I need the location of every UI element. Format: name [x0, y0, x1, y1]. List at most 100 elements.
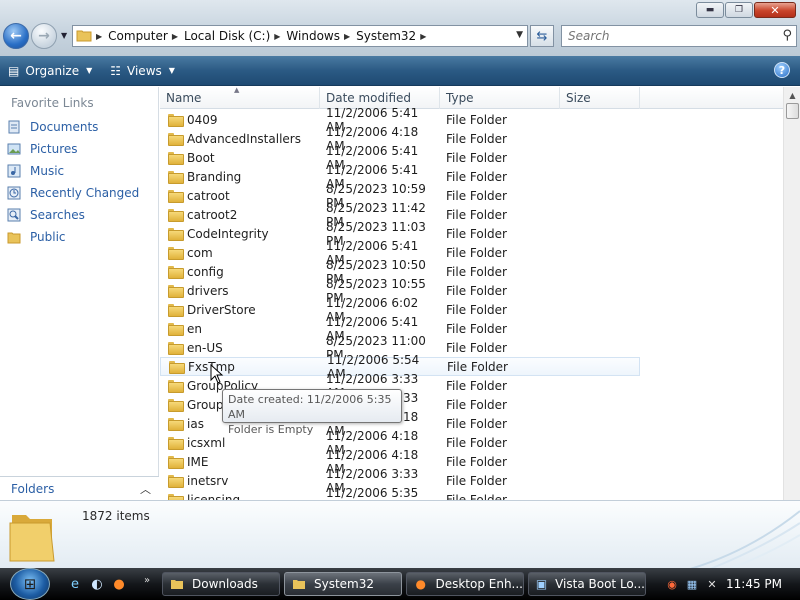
nav-item-documents[interactable]: Documents	[6, 120, 98, 134]
details-pane: 1872 items	[0, 500, 800, 568]
file-name: licensing	[187, 492, 241, 501]
folder-icon	[168, 418, 184, 431]
folder-icon	[76, 28, 92, 45]
start-button[interactable]: ⊞	[10, 568, 50, 600]
help-button[interactable]: ?	[774, 62, 790, 78]
folder-large-icon	[9, 515, 55, 562]
file-type: File Folder	[446, 473, 507, 488]
column-header-name[interactable]: Name ▲	[160, 87, 320, 109]
quicklaunch-more-icon[interactable]: »	[144, 575, 150, 586]
internet-explorer-icon[interactable]: e	[66, 575, 84, 593]
favorite-links-heading: Favorite Links	[11, 96, 94, 110]
file-name: catroot	[187, 188, 230, 203]
forward-button[interactable]: →	[31, 23, 57, 49]
nav-item-searches[interactable]: Searches	[6, 208, 85, 222]
file-name-cell: icsxml	[160, 436, 320, 450]
scroll-up-button[interactable]: ▲	[785, 88, 800, 102]
file-name: AdvancedInstallers	[187, 131, 301, 146]
clock[interactable]: 11:45 PM	[726, 577, 782, 591]
chevron-right-icon[interactable]: ▶	[420, 32, 426, 41]
taskbar-button-downloads[interactable]: Downloads	[162, 572, 280, 596]
column-headers: Name ▲ Date modified Type Size	[160, 87, 783, 109]
search-input[interactable]	[568, 29, 768, 43]
tray-app-icon[interactable]: ◉	[664, 576, 680, 592]
chevron-right-icon[interactable]: ▶	[172, 32, 178, 41]
switch-windows-icon[interactable]: ◐	[88, 575, 106, 593]
breadcrumb-windows[interactable]: Windows	[286, 29, 340, 43]
vertical-scrollbar[interactable]: ▲	[783, 87, 800, 500]
folder-tooltip: Date created: 11/2/2006 5:35 AM Folder i…	[222, 389, 402, 436]
file-name-cell: FxsTmp	[161, 360, 321, 374]
file-list: Name ▲ Date modified Type Size 0409 11/2/…	[160, 87, 783, 500]
column-header-label: Date modified	[326, 91, 412, 105]
address-bar[interactable]: ▶ Computer ▶ Local Disk (C:) ▶ Windows ▶…	[72, 25, 528, 47]
file-name-cell: inetsrv	[160, 474, 320, 488]
task-label: Vista Boot Lo...	[555, 577, 645, 591]
breadcrumb-local-disk[interactable]: Local Disk (C:)	[184, 29, 270, 43]
nav-item-recently-changed[interactable]: Recently Changed	[6, 186, 139, 200]
file-name-cell: licensing	[160, 492, 320, 501]
file-name: catroot2	[187, 207, 238, 222]
nav-item-label: Recently Changed	[30, 186, 140, 200]
firefox-icon[interactable]: ●	[110, 575, 128, 593]
search-icon[interactable]: ⚲	[782, 28, 792, 43]
taskbar-button-system32[interactable]: System32	[284, 572, 402, 596]
folder-icon	[169, 577, 185, 591]
search-box[interactable]: ⚲	[561, 25, 797, 47]
file-type: File Folder	[446, 454, 507, 469]
recently-changed-icon	[6, 186, 22, 200]
file-type: File Folder	[446, 283, 507, 298]
sort-ascending-icon: ▲	[234, 87, 240, 94]
file-row[interactable]: licensing 11/2/2006 5:35 AM File Folder	[160, 486, 640, 501]
nav-item-pictures[interactable]: Pictures	[6, 142, 78, 156]
nav-item-music[interactable]: Music	[6, 164, 64, 178]
column-header-size[interactable]: Size	[560, 87, 640, 109]
back-button[interactable]: ←	[3, 23, 29, 49]
folder-icon	[168, 114, 184, 127]
column-header-type[interactable]: Type	[440, 87, 560, 109]
refresh-icon: ⇆	[536, 28, 548, 44]
views-button[interactable]: ☷ Views ▼	[110, 64, 175, 78]
nav-item-label: Searches	[30, 208, 85, 222]
refresh-button[interactable]: ⇆	[530, 25, 554, 47]
address-dropdown-icon[interactable]: ▼	[516, 30, 523, 40]
file-type: File Folder	[446, 416, 507, 431]
arrow-left-icon: ←	[10, 28, 22, 44]
file-type: File Folder	[446, 226, 507, 241]
breadcrumb-computer[interactable]: Computer	[108, 29, 168, 43]
folder-icon	[168, 171, 184, 184]
taskbar-button-vista-boot[interactable]: ▣ Vista Boot Lo...	[528, 572, 646, 596]
file-type: File Folder	[446, 169, 507, 184]
chevron-right-icon[interactable]: ▶	[344, 32, 350, 41]
task-label: System32	[314, 577, 375, 591]
pictures-icon	[6, 142, 22, 156]
file-type: File Folder	[446, 435, 507, 450]
minimize-button[interactable]: ▬	[696, 2, 724, 18]
file-name-cell: en	[160, 322, 320, 336]
explorer-window: ▬ ❐ ✕ ← → ▼ ▶ Computer ▶ Local Disk (C:)…	[0, 0, 800, 568]
title-bar: ▬ ❐ ✕ ← → ▼ ▶ Computer ▶ Local Disk (C:)…	[0, 0, 800, 56]
volume-muted-icon[interactable]: ✕	[704, 576, 720, 592]
file-name: Branding	[187, 169, 242, 184]
scroll-thumb[interactable]	[786, 103, 799, 119]
chevron-down-icon: ▼	[168, 66, 175, 75]
file-name-cell: com	[160, 246, 320, 260]
arrow-right-icon: →	[38, 28, 50, 44]
organize-button[interactable]: ▤ Organize ▼	[8, 64, 92, 78]
command-bar: ▤ Organize ▼ ☷ Views ▼ ?	[0, 56, 800, 86]
file-name: en	[187, 321, 202, 336]
nav-item-public[interactable]: Public	[6, 230, 66, 244]
network-icon[interactable]: ▦	[684, 576, 700, 592]
file-name: config	[187, 264, 224, 279]
taskbar-button-desktop-enh[interactable]: ● Desktop Enh...	[406, 572, 524, 596]
folders-toggle[interactable]: Folders ︿	[0, 476, 159, 500]
close-button[interactable]: ✕	[754, 2, 796, 18]
chevron-right-icon[interactable]: ▶	[274, 32, 280, 41]
recent-pages-dropdown[interactable]: ▼	[61, 31, 67, 40]
maximize-button[interactable]: ❐	[725, 2, 753, 18]
folder-icon	[168, 190, 184, 203]
chevron-right-icon[interactable]: ▶	[96, 32, 102, 41]
breadcrumb-system32[interactable]: System32	[356, 29, 416, 43]
column-header-label: Type	[446, 91, 474, 105]
tooltip-date-created: Date created: 11/2/2006 5:35 AM	[228, 393, 392, 421]
